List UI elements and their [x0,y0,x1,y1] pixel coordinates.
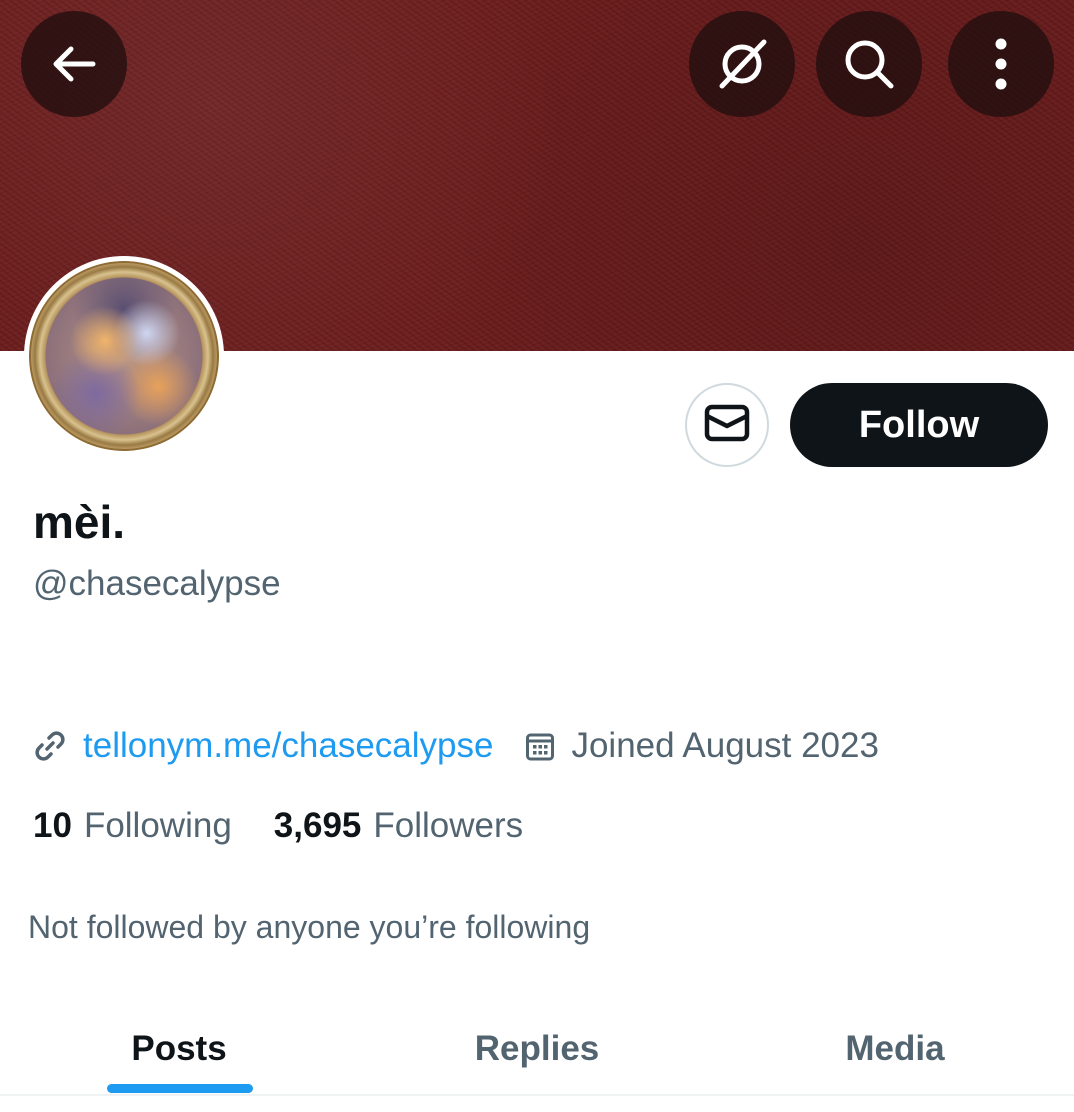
more-options-button[interactable] [948,11,1054,117]
follow-stats: 10 Following 3,695 Followers [33,802,523,850]
user-handle: @chasecalypse [33,564,281,603]
followers-count: 3,695 [273,806,362,845]
followed-by-text: Not followed by anyone you’re following [28,909,591,945]
more-vertical-icon [991,36,1011,92]
grok-icon [712,34,772,94]
profile-meta: tellonym.me/chasecalypse Joined August 2… [33,722,879,770]
back-button[interactable] [21,11,127,117]
message-button[interactable] [685,383,769,467]
joined-date: Joined August 2023 [571,726,879,765]
envelope-icon [704,404,750,447]
active-tab-indicator [107,1084,253,1093]
arrow-left-icon [49,39,99,89]
following-stat[interactable]: 10 Following [33,806,232,846]
grok-button[interactable] [689,11,795,117]
calendar-icon [525,729,557,763]
tab-media[interactable]: Media [716,1004,1074,1094]
following-count: 10 [33,806,72,845]
followers-label: Followers [373,806,524,845]
following-label: Following [83,806,232,845]
tab-posts[interactable]: Posts [0,1004,358,1094]
search-button[interactable] [816,11,922,117]
avatar[interactable] [24,256,224,456]
link-icon [33,728,69,764]
tabs-divider [0,1094,1074,1096]
avatar-image [29,261,219,451]
display-name: mèi. [33,496,126,548]
followers-stat[interactable]: 3,695 Followers [274,806,523,846]
follow-button[interactable]: Follow [790,383,1048,467]
profile-website-link[interactable]: tellonym.me/chasecalypse [83,726,493,766]
profile-tabs: Posts Replies Media [0,1004,1074,1094]
tab-replies[interactable]: Replies [358,1004,716,1094]
search-icon [841,36,897,92]
